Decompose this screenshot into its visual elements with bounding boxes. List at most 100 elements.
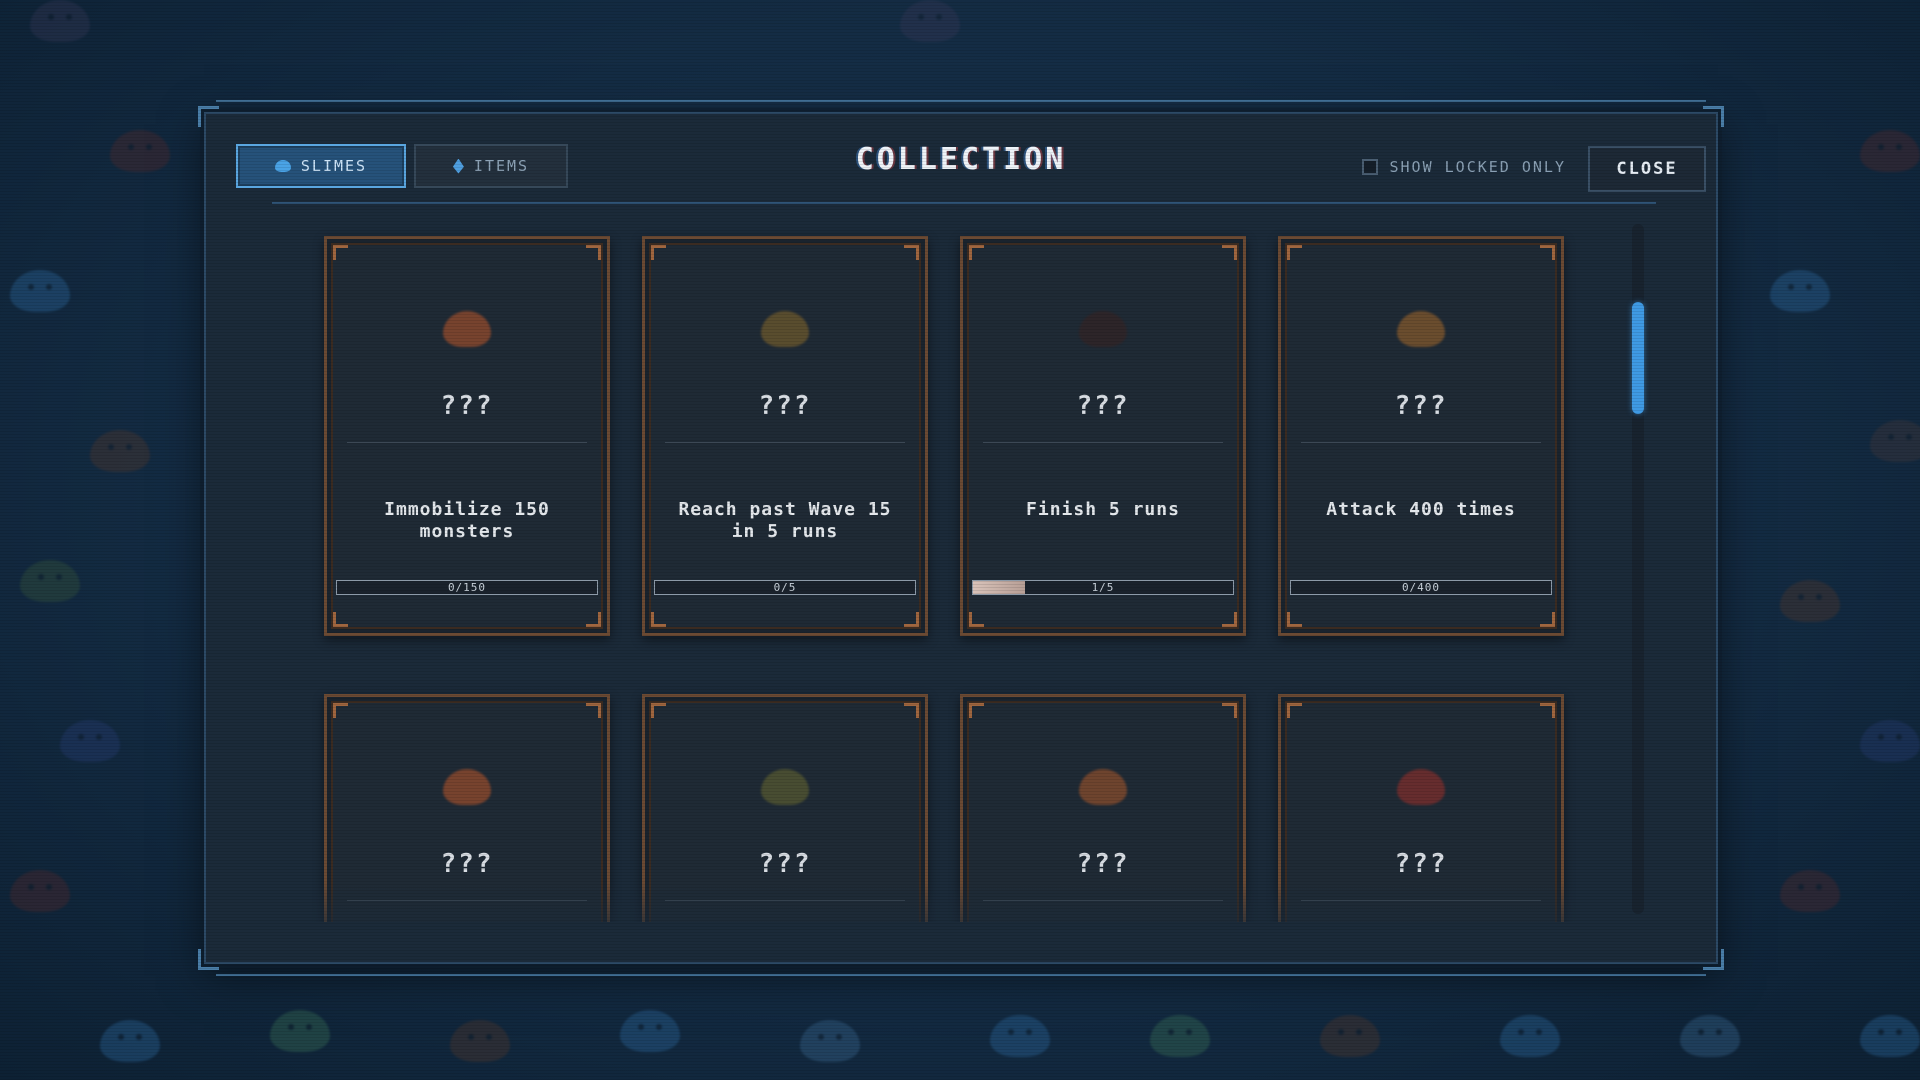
card-progress-text: 0/150: [447, 581, 487, 594]
card-corner: [904, 612, 919, 627]
card-progress-bar: 0/400: [1290, 580, 1552, 595]
card-name: ???: [1076, 849, 1130, 879]
card-divider: [983, 442, 1223, 443]
show-locked-only-toggle[interactable]: SHOW LOCKED ONLY: [1361, 158, 1567, 176]
card-name: ???: [758, 849, 812, 879]
background-slime-icon: [990, 1015, 1050, 1057]
show-locked-only-label: SHOW LOCKED ONLY: [1389, 158, 1566, 176]
locked-slime-sprite-icon: [443, 311, 491, 347]
card-divider: [347, 442, 587, 443]
card-divider: [347, 900, 587, 901]
background-slime-icon: [30, 0, 90, 42]
background-slime-icon: [1780, 580, 1840, 622]
background-slime-icon: [1860, 720, 1920, 762]
card-progress-bar: 0/150: [336, 580, 598, 595]
background-slime-icon: [110, 130, 170, 172]
card-corner: [969, 703, 984, 718]
background-slime-icon: [1780, 870, 1840, 912]
background-slime-icon: [620, 1010, 680, 1052]
card-name: ???: [758, 391, 812, 421]
card-corner: [1222, 703, 1237, 718]
card-name: ???: [440, 391, 494, 421]
locked-slime-sprite-icon: [761, 769, 809, 805]
background-slime-icon: [270, 1010, 330, 1052]
card-corner: [1222, 612, 1237, 627]
card-progress-text: 0/5: [773, 581, 797, 594]
collection-card[interactable]: ???: [960, 694, 1246, 922]
card-unlock-objective: Attack 400 times: [1326, 499, 1516, 520]
locked-slime-sprite-icon: [1079, 769, 1127, 805]
card-corner: [1287, 612, 1302, 627]
card-corner: [333, 245, 348, 260]
collection-card[interactable]: ??? Immobilize 150 monsters 0/150: [324, 236, 610, 636]
card-corner: [586, 703, 601, 718]
panel-bottom-rule: [216, 974, 1706, 976]
header-divider: [272, 202, 1656, 204]
card-name: ???: [440, 849, 494, 879]
locked-slime-sprite-icon: [1397, 311, 1445, 347]
card-corner: [333, 703, 348, 718]
background-slime-icon: [900, 0, 960, 42]
card-corner: [1287, 245, 1302, 260]
card-corner: [1222, 245, 1237, 260]
collection-card[interactable]: ???: [324, 694, 610, 922]
close-button[interactable]: CLOSE: [1588, 146, 1706, 192]
panel-corner-bottom-right: [1703, 949, 1724, 970]
card-progress-bar: 0/5: [654, 580, 916, 595]
card-corner: [1540, 703, 1555, 718]
panel-top-rule: [216, 100, 1706, 102]
card-corner: [586, 612, 601, 627]
background-slime-icon: [800, 1020, 860, 1062]
collection-card[interactable]: ??? Finish 5 runs 1/5: [960, 236, 1246, 636]
panel-corner-bottom-left: [198, 949, 219, 970]
background-slime-icon: [90, 430, 150, 472]
collection-grid[interactable]: ??? Immobilize 150 monsters 0/150??? Reach …: [206, 206, 1646, 922]
card-corner: [1540, 245, 1555, 260]
card-divider: [1301, 900, 1541, 901]
background-slime-icon: [1320, 1015, 1380, 1057]
collection-panel: SLIMES ITEMS COLLECTION SHOW LOCKED ONLY…: [198, 100, 1724, 976]
card-corner: [586, 245, 601, 260]
background-slime-icon: [1770, 270, 1830, 312]
card-name: ???: [1076, 391, 1130, 421]
card-unlock-objective: Finish 5 runs: [1026, 499, 1180, 520]
locked-slime-sprite-icon: [761, 311, 809, 347]
card-corner: [1287, 703, 1302, 718]
background-slime-icon: [1680, 1015, 1740, 1057]
card-unlock-objective: Reach past Wave 15 in 5 runs: [678, 499, 892, 542]
collection-card[interactable]: ??? Reach past Wave 15 in 5 runs 0/5: [642, 236, 928, 636]
locked-slime-sprite-icon: [1397, 769, 1445, 805]
card-name: ???: [1394, 849, 1448, 879]
background-slime-icon: [20, 560, 80, 602]
card-corner: [904, 703, 919, 718]
collection-card[interactable]: ???: [642, 694, 928, 922]
background-slime-icon: [1150, 1015, 1210, 1057]
background-slime-icon: [1860, 1015, 1920, 1057]
locked-slime-sprite-icon: [443, 769, 491, 805]
card-divider: [1301, 442, 1541, 443]
collection-header: SLIMES ITEMS COLLECTION SHOW LOCKED ONLY…: [206, 114, 1716, 202]
card-corner: [969, 612, 984, 627]
card-divider: [665, 442, 905, 443]
show-locked-only-checkbox[interactable]: [1361, 159, 1378, 175]
scrollbar-track[interactable]: [1632, 224, 1644, 914]
card-divider: [665, 900, 905, 901]
card-unlock-objective: Immobilize 150 monsters: [384, 499, 550, 542]
background-slime-icon: [10, 270, 70, 312]
card-progress-text: 0/400: [1401, 581, 1441, 594]
scrollbar-thumb[interactable]: [1632, 302, 1644, 414]
card-corner: [651, 245, 666, 260]
background-slime-icon: [100, 1020, 160, 1062]
card-corner: [1540, 612, 1555, 627]
card-divider: [983, 900, 1223, 901]
game-screen: SLIMES ITEMS COLLECTION SHOW LOCKED ONLY…: [0, 0, 1920, 1080]
background-slime-icon: [1870, 420, 1920, 462]
card-corner: [969, 245, 984, 260]
background-slime-icon: [10, 870, 70, 912]
card-corner: [651, 612, 666, 627]
card-name: ???: [1394, 391, 1448, 421]
collection-card[interactable]: ???: [1278, 694, 1564, 922]
locked-slime-sprite-icon: [1079, 311, 1127, 347]
card-progress-bar: 1/5: [972, 580, 1234, 595]
collection-card[interactable]: ??? Attack 400 times 0/400: [1278, 236, 1564, 636]
